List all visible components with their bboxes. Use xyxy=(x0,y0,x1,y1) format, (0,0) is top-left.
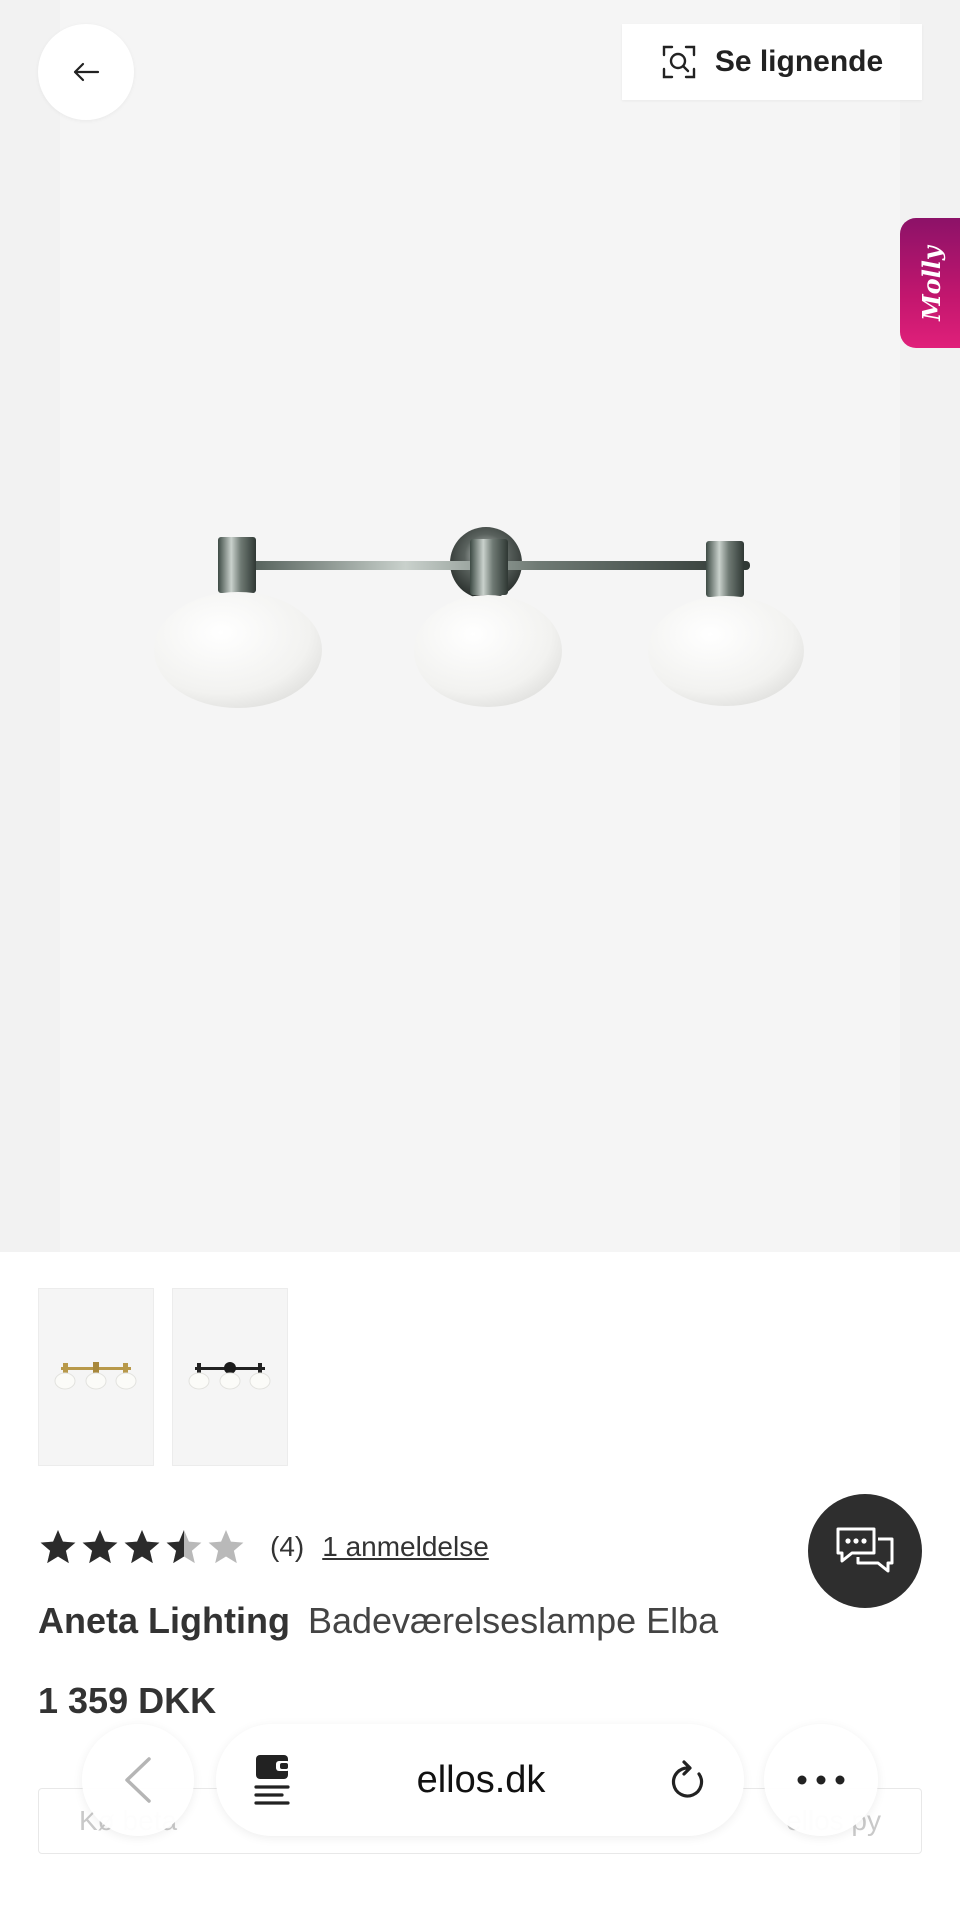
rating-row: (4) 1 anmeldelse xyxy=(38,1522,489,1572)
product-image-area: Se lignende Molly xyxy=(0,0,960,1252)
reviews-link[interactable]: 1 anmeldelse xyxy=(322,1531,489,1563)
ellipsis-icon xyxy=(797,1775,845,1785)
browser-back-button[interactable] xyxy=(82,1724,194,1836)
product-page: Se lignende Molly (4) 1 anmeldelse Aneta… xyxy=(0,0,960,1918)
chevron-left-icon xyxy=(125,1757,151,1803)
star-icon xyxy=(208,1530,244,1564)
product-price: 1 359 DKK xyxy=(38,1680,217,1721)
see-similar-label: Se lignende xyxy=(714,45,884,78)
star-icon xyxy=(166,1530,202,1564)
thumbnail-brass-variant[interactable] xyxy=(38,1288,154,1466)
chat-bubbles-icon xyxy=(836,1527,894,1573)
molly-label: Molly xyxy=(916,245,946,321)
reload-icon[interactable] xyxy=(668,1758,708,1802)
back-button[interactable] xyxy=(38,24,134,120)
reader-mode-icon[interactable] xyxy=(252,1753,294,1807)
thumbnail-black-variant[interactable] xyxy=(172,1288,288,1466)
rating-stars xyxy=(38,1527,246,1567)
product-image-lamp xyxy=(154,527,804,708)
product-image-panel[interactable] xyxy=(60,0,900,1252)
product-brand[interactable]: Aneta Lighting xyxy=(38,1600,290,1641)
browser-address-bar[interactable]: ellos.dk xyxy=(216,1724,744,1836)
chat-button[interactable] xyxy=(808,1494,922,1608)
star-icon xyxy=(82,1530,118,1564)
see-similar-button[interactable]: Se lignende xyxy=(622,24,922,100)
rating-count: (4) xyxy=(270,1531,305,1562)
product-name: Badeværelseslampe Elba xyxy=(307,1600,719,1641)
product-title: Aneta Lighting Badeværelseslampe Elba xyxy=(38,1600,718,1642)
thumbnail-brass-image xyxy=(54,1362,137,1390)
star-icon xyxy=(124,1530,160,1564)
browser-url[interactable]: ellos.dk xyxy=(417,1759,546,1802)
visual-search-icon xyxy=(662,45,696,79)
star-icon xyxy=(40,1530,76,1564)
arrow-left-icon xyxy=(73,62,100,82)
molly-assistant-tab[interactable]: Molly xyxy=(900,218,960,348)
thumbnail-black-image xyxy=(188,1362,271,1390)
browser-more-button[interactable] xyxy=(764,1724,878,1836)
